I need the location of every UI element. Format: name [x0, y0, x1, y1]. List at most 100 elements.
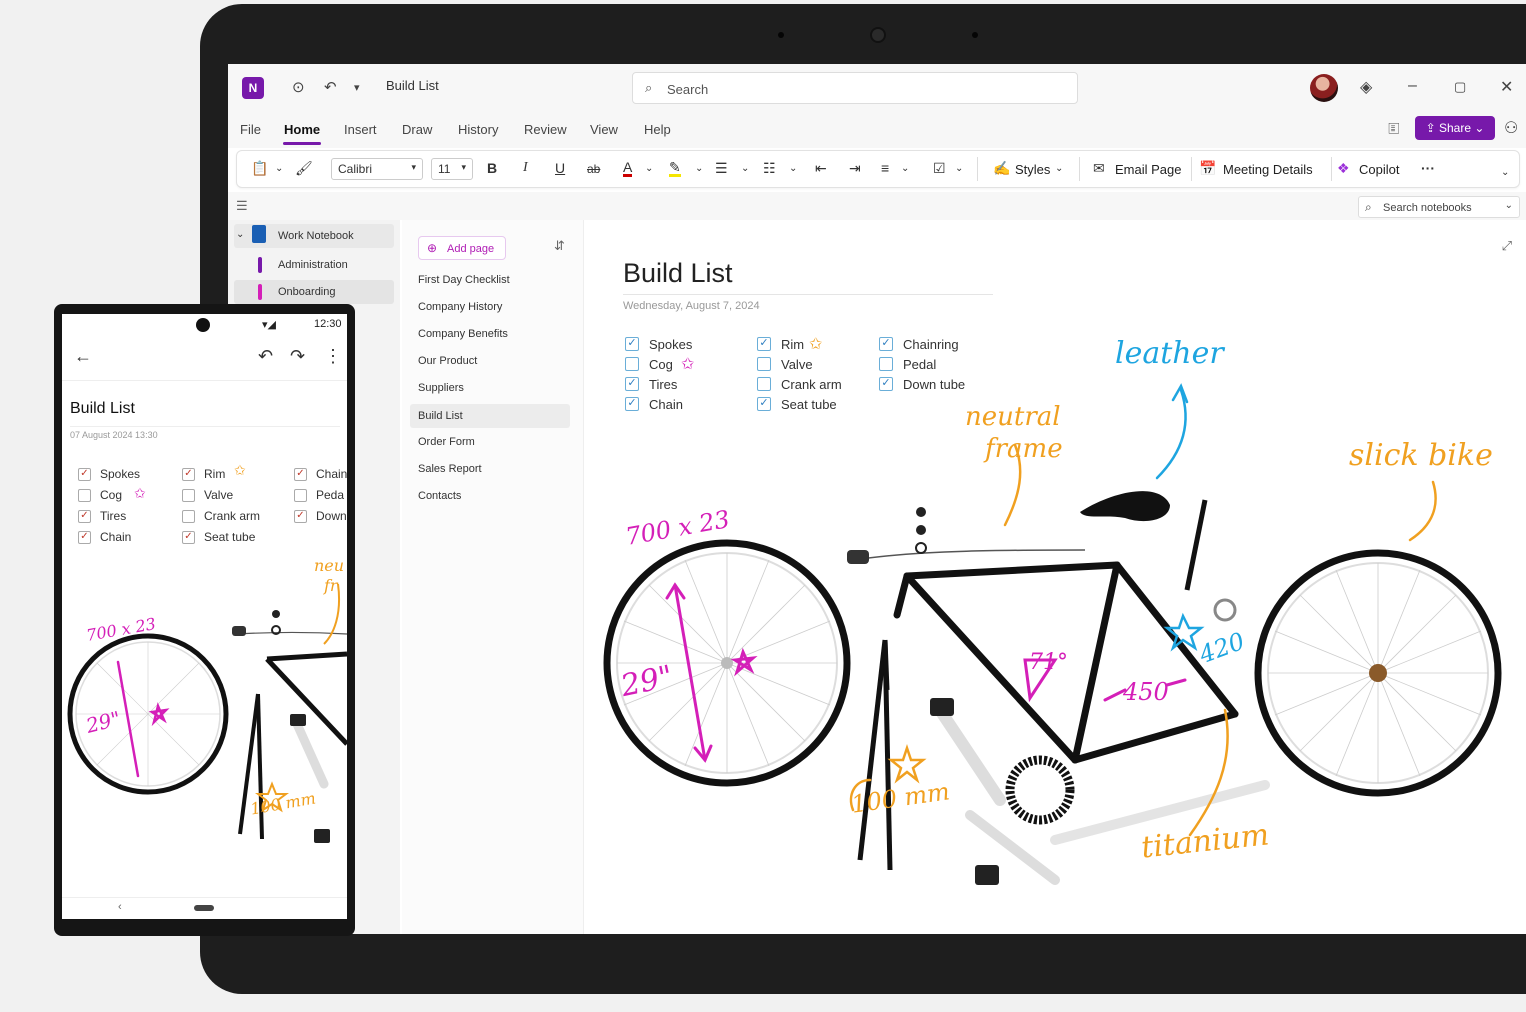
styles-button[interactable]: Styles — [1015, 162, 1050, 177]
checkbox-unchecked[interactable] — [294, 489, 307, 502]
chevron-down-icon[interactable]: ⌄ — [645, 163, 653, 174]
pedal-image — [290, 714, 306, 726]
sync-icon[interactable]: ⊙ — [292, 78, 305, 96]
share-button[interactable]: ⇪ Share ⌄ — [1415, 116, 1495, 140]
numbered-list-icon[interactable]: ☷ — [763, 160, 776, 177]
undo-icon[interactable]: ↶ — [324, 78, 337, 96]
page-item[interactable]: Company History — [410, 295, 570, 319]
page-item-selected[interactable]: Build List — [410, 404, 570, 428]
chevron-down-icon[interactable]: ⌄ — [901, 163, 909, 174]
crank-arm-image — [292, 719, 329, 789]
checkbox-unchecked[interactable] — [78, 489, 91, 502]
quick-access-dropdown-icon[interactable]: ▾ — [354, 81, 360, 94]
checkbox-checked[interactable]: ✓ — [182, 468, 195, 481]
font-name-value: Calibri — [338, 162, 373, 176]
search-placeholder: Search — [667, 82, 709, 97]
meeting-details-button[interactable]: Meeting Details — [1223, 162, 1313, 177]
chevron-down-icon[interactable]: ⌄ — [955, 163, 963, 174]
todo-label: Tires — [100, 509, 127, 523]
phone-page-title[interactable]: Build List — [70, 400, 135, 418]
page-item[interactable]: First Day Checklist — [410, 268, 570, 292]
chevron-down-icon[interactable]: ⌄ — [789, 163, 797, 174]
indent-icon[interactable]: ⇥ — [849, 160, 861, 177]
bold-icon[interactable]: B — [487, 160, 497, 176]
paste-dropdown-icon[interactable]: ⌄ — [275, 163, 283, 174]
menu-view[interactable]: View — [590, 122, 618, 137]
undo-icon[interactable]: ↶ — [258, 346, 273, 367]
chevron-down-icon[interactable]: ⌄ — [236, 229, 244, 240]
add-page-button[interactable]: ⊕ Add page — [418, 236, 506, 260]
redo-icon[interactable]: ↷ — [290, 346, 305, 367]
page-item[interactable]: Order Form — [410, 430, 570, 454]
menu-history[interactable]: History — [458, 122, 498, 137]
search-notebooks-input[interactable]: ⌕ Search notebooks ⌄ — [1358, 196, 1520, 218]
checkbox-checked[interactable]: ✓ — [78, 531, 91, 544]
collapse-ribbon-icon[interactable]: ⌄ — [1501, 167, 1509, 178]
format-painter-icon[interactable]: 🖌 — [295, 160, 313, 177]
star-icon: ✩ — [234, 462, 246, 478]
italic-icon[interactable]: I — [523, 160, 528, 176]
checkbox-unchecked[interactable] — [182, 489, 195, 502]
underline-icon[interactable]: U — [555, 160, 565, 176]
calendar-icon[interactable]: 📅 — [1199, 160, 1216, 177]
menu-insert[interactable]: Insert — [344, 122, 377, 137]
pedal-image — [975, 865, 999, 885]
menu-home[interactable]: Home — [284, 122, 320, 137]
page-item[interactable]: Our Product — [410, 349, 570, 373]
sticky-note-icon[interactable]: 🗉 — [1388, 118, 1400, 145]
home-indicator[interactable] — [194, 905, 214, 911]
note-canvas[interactable]: ⤢ Build List Wednesday, August 7, 2024 ✓… — [585, 220, 1526, 934]
menu-review[interactable]: Review — [524, 122, 567, 137]
gem-icon[interactable]: ◈ — [1360, 77, 1372, 97]
highlighter-icon[interactable]: ✎ — [669, 160, 681, 177]
people-icon[interactable]: ⚇ — [1504, 118, 1518, 138]
chevron-down-icon[interactable]: ⌄ — [1055, 163, 1063, 174]
nav-back-icon[interactable]: ‹ — [118, 901, 122, 913]
tag-icon[interactable]: ☑ — [933, 160, 946, 177]
menu-file[interactable]: File — [240, 122, 261, 137]
more-options-icon[interactable]: ··· — [1421, 160, 1435, 176]
copilot-button[interactable]: Copilot — [1359, 162, 1399, 177]
maximize-icon[interactable]: ▢ — [1454, 79, 1466, 95]
close-icon[interactable]: ✕ — [1500, 77, 1513, 97]
copilot-icon[interactable]: ❖ — [1337, 160, 1350, 177]
menu-help[interactable]: Help — [644, 122, 671, 137]
chevron-down-icon[interactable]: ⌄ — [695, 163, 703, 174]
menu-draw[interactable]: Draw — [402, 122, 432, 137]
hamburger-icon[interactable]: ☰ — [236, 198, 248, 214]
email-page-button[interactable]: Email Page — [1115, 162, 1181, 177]
page-item[interactable]: Suppliers — [410, 376, 570, 400]
checkbox-checked[interactable]: ✓ — [182, 531, 195, 544]
more-options-icon[interactable]: ⋮ — [324, 346, 342, 367]
font-color-icon[interactable]: A — [623, 160, 633, 177]
search-notebooks-label: Search notebooks — [1383, 202, 1472, 214]
page-item[interactable]: Company Benefits — [410, 322, 570, 346]
strikethrough-icon[interactable]: ab — [587, 162, 600, 176]
sort-icon[interactable]: ⇵ — [554, 238, 565, 254]
section-onboarding[interactable]: Onboarding — [278, 286, 336, 298]
font-name-select[interactable]: Calibri ▾ — [331, 158, 423, 180]
font-size-select[interactable]: 11 ▾ — [431, 158, 473, 180]
page-item[interactable]: Contacts — [410, 484, 570, 508]
section-color-bar — [258, 257, 262, 273]
back-icon[interactable]: ← — [74, 346, 92, 367]
section-administration[interactable]: Administration — [278, 259, 348, 271]
ribbon-toolbar: 📋 ⌄ 🖌 Calibri ▾ 11 ▾ B I U ab A ⌄ ✎ ⌄ ☰ ⌄ … — [236, 150, 1520, 188]
checkbox-checked[interactable]: ✓ — [294, 468, 307, 481]
page-item[interactable]: Sales Report — [410, 457, 570, 481]
avatar[interactable] — [1310, 74, 1338, 102]
bullet-list-icon[interactable]: ☰ — [715, 160, 728, 177]
bike-frame-image — [265, 651, 347, 746]
outdent-icon[interactable]: ⇤ — [815, 160, 827, 177]
chevron-down-icon[interactable]: ⌄ — [741, 163, 749, 174]
checkbox-checked[interactable]: ✓ — [78, 510, 91, 523]
checkbox-checked[interactable]: ✓ — [78, 468, 91, 481]
email-icon[interactable]: ✉ — [1093, 160, 1105, 177]
checkbox-unchecked[interactable] — [182, 510, 195, 523]
checkbox-checked[interactable]: ✓ — [294, 510, 307, 523]
search-input[interactable]: ⌕ Search — [632, 72, 1078, 104]
paste-icon[interactable]: 📋 — [251, 160, 268, 177]
align-icon[interactable]: ≡ — [881, 160, 889, 176]
styles-icon[interactable]: ✍ — [993, 160, 1010, 177]
minimize-icon[interactable]: – — [1408, 77, 1417, 95]
